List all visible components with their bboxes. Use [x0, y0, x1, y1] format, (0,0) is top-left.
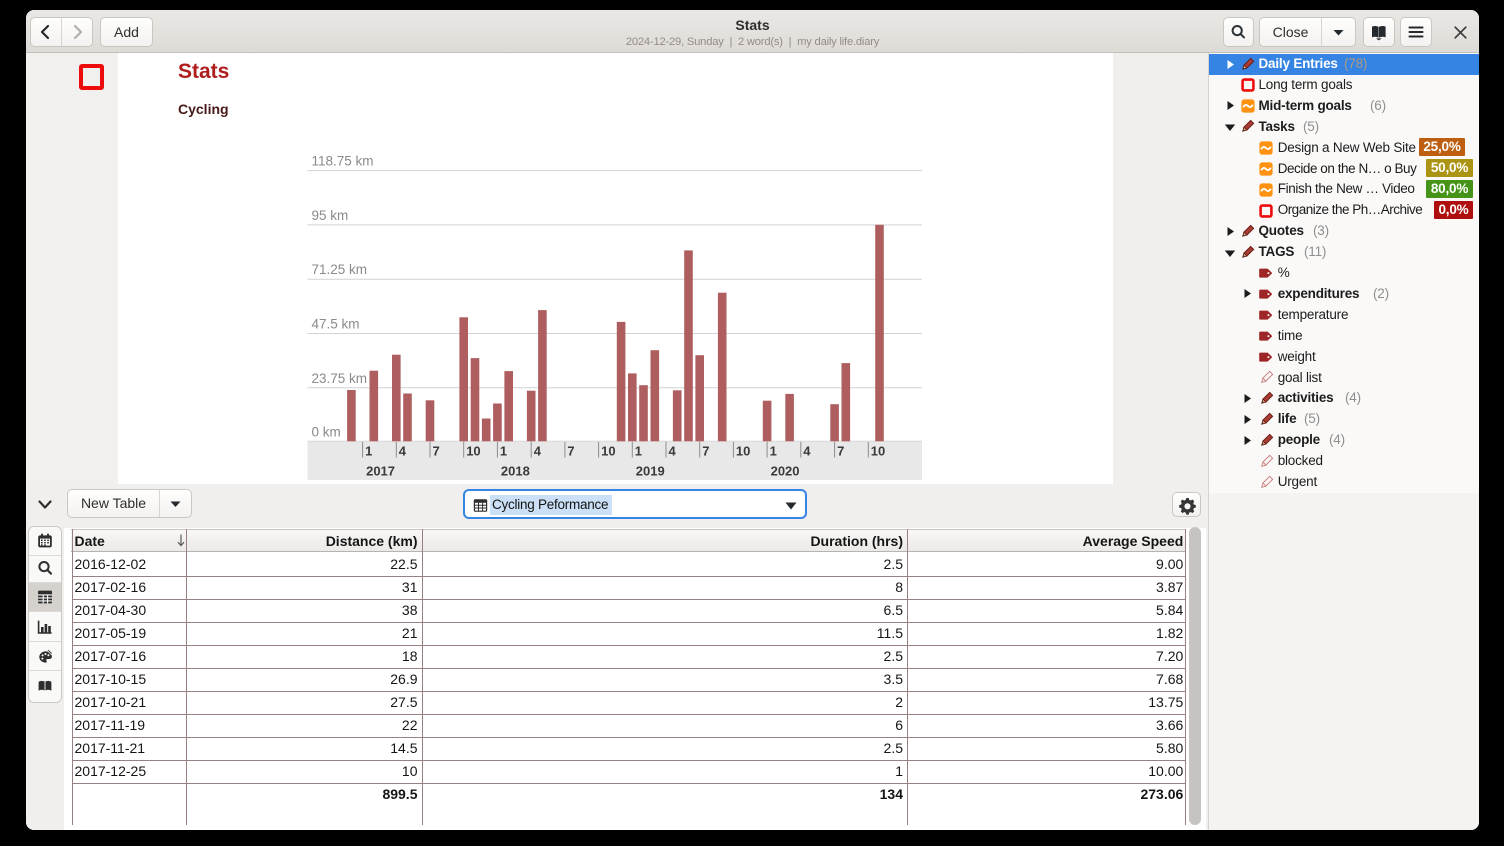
svg-text:7: 7 — [433, 444, 440, 459]
svg-text:4: 4 — [803, 444, 811, 459]
svg-text:0 km: 0 km — [312, 424, 341, 439]
svg-text:1: 1 — [365, 444, 372, 459]
svg-text:1: 1 — [635, 444, 642, 459]
svg-text:10: 10 — [871, 444, 885, 459]
svg-text:4: 4 — [534, 444, 542, 459]
svg-text:7: 7 — [837, 444, 844, 459]
svg-text:71.25 km: 71.25 km — [312, 262, 368, 277]
svg-text:2020: 2020 — [771, 464, 800, 479]
svg-text:7: 7 — [702, 444, 709, 459]
svg-text:2019: 2019 — [636, 464, 665, 479]
svg-text:95 km: 95 km — [312, 208, 349, 223]
svg-text:10: 10 — [601, 444, 615, 459]
svg-text:23.75 km: 23.75 km — [312, 371, 368, 386]
svg-text:47.5 km: 47.5 km — [312, 317, 360, 332]
svg-text:118.75 km: 118.75 km — [312, 154, 374, 169]
svg-text:10: 10 — [736, 444, 750, 459]
svg-text:10: 10 — [466, 444, 480, 459]
svg-text:4: 4 — [399, 444, 407, 459]
svg-text:1: 1 — [770, 444, 777, 459]
svg-text:2018: 2018 — [501, 464, 530, 479]
svg-text:2017: 2017 — [366, 464, 395, 479]
svg-text:1: 1 — [500, 444, 507, 459]
svg-text:4: 4 — [669, 444, 677, 459]
svg-text:7: 7 — [567, 444, 574, 459]
